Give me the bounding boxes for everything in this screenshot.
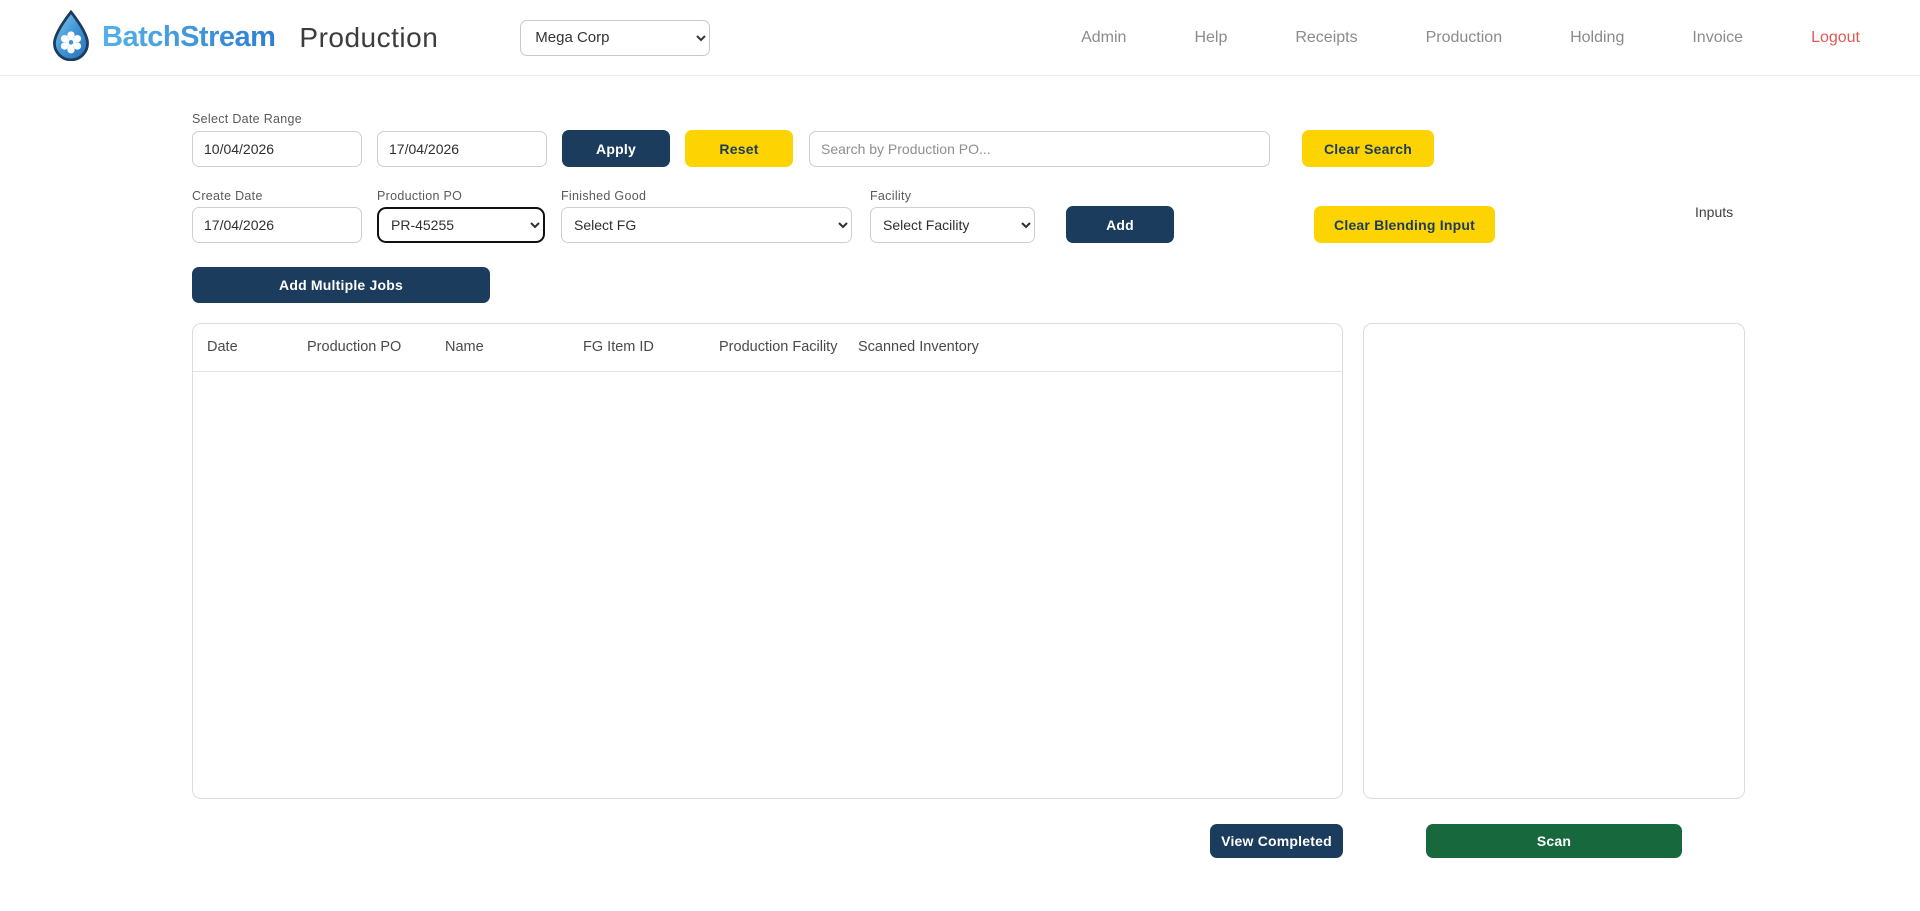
reset-button[interactable]: Reset xyxy=(685,130,793,167)
panels-row: Date Production PO Name FG Item ID Produ… xyxy=(192,323,1920,799)
clear-search-button[interactable]: Clear Search xyxy=(1302,130,1434,167)
facility-field: Facility Select Facility xyxy=(870,189,1035,243)
bottom-actions: View Completed Scan xyxy=(192,824,1920,858)
nav-holding[interactable]: Holding xyxy=(1570,29,1624,47)
apply-button[interactable]: Apply xyxy=(562,130,670,167)
main-content: Select Date Range Apply Reset Clear Sear… xyxy=(0,76,1920,858)
facility-label: Facility xyxy=(870,189,912,203)
scan-button[interactable]: Scan xyxy=(1426,824,1682,858)
col-date: Date xyxy=(193,324,307,372)
production-po-field: Production PO PR-45255 xyxy=(377,189,545,243)
nav-invoice[interactable]: Invoice xyxy=(1692,29,1743,47)
app-header: BatchStream Production Mega Corp Admin H… xyxy=(0,0,1920,76)
company-select[interactable]: Mega Corp xyxy=(520,19,711,56)
jobs-table-panel: Date Production PO Name FG Item ID Produ… xyxy=(192,323,1343,799)
nav-receipts[interactable]: Receipts xyxy=(1295,29,1357,47)
col-name: Name xyxy=(445,324,583,372)
col-fg-item-id: FG Item ID xyxy=(583,324,719,372)
jobs-table: Date Production PO Name FG Item ID Produ… xyxy=(193,324,1342,372)
nav-logout[interactable]: Logout xyxy=(1811,29,1860,47)
col-production-po: Production PO xyxy=(307,324,445,372)
production-po-select[interactable]: PR-45255 xyxy=(377,207,545,243)
jobs-table-header-row: Date Production PO Name FG Item ID Produ… xyxy=(193,324,1342,372)
search-input[interactable] xyxy=(809,131,1270,167)
create-date-input[interactable] xyxy=(192,207,362,243)
add-multiple-jobs-button[interactable]: Add Multiple Jobs xyxy=(192,267,490,303)
col-production-facility: Production Facility xyxy=(719,324,858,372)
app-logo: BatchStream xyxy=(48,9,276,66)
nav-admin[interactable]: Admin xyxy=(1081,29,1126,47)
date-to-input[interactable] xyxy=(377,131,547,167)
inputs-label: Inputs xyxy=(1695,203,1734,220)
droplet-gear-logo-icon xyxy=(48,9,94,66)
page-title: Production xyxy=(299,21,439,53)
production-po-label: Production PO xyxy=(377,189,463,203)
bottom-right-area: Scan xyxy=(1363,824,1745,858)
finished-good-label: Finished Good xyxy=(561,189,647,203)
col-scanned-inventory: Scanned Inventory xyxy=(858,324,1342,372)
job-form-row: Create Date Production PO PR-45255 Finis… xyxy=(192,189,1920,243)
create-date-field: Create Date xyxy=(192,189,362,243)
logo-text: BatchStream xyxy=(102,21,276,53)
nav-help[interactable]: Help xyxy=(1194,29,1227,47)
finished-good-select[interactable]: Select FG xyxy=(561,207,852,243)
clear-blending-input-button[interactable]: Clear Blending Input xyxy=(1314,206,1495,243)
facility-select[interactable]: Select Facility xyxy=(870,207,1035,243)
scanned-inventory-panel xyxy=(1363,323,1745,799)
bottom-left-area: View Completed xyxy=(192,824,1343,858)
nav-production[interactable]: Production xyxy=(1426,29,1503,47)
view-completed-button[interactable]: View Completed xyxy=(1210,824,1343,858)
add-button[interactable]: Add xyxy=(1066,206,1174,243)
date-range-label: Select Date Range xyxy=(192,112,303,126)
create-date-label: Create Date xyxy=(192,189,263,203)
filter-row: Apply Reset Clear Search xyxy=(192,130,1920,167)
finished-good-field: Finished Good Select FG xyxy=(561,189,852,243)
main-nav: Admin Help Receipts Production Holding I… xyxy=(1081,29,1860,47)
date-from-input[interactable] xyxy=(192,131,362,167)
